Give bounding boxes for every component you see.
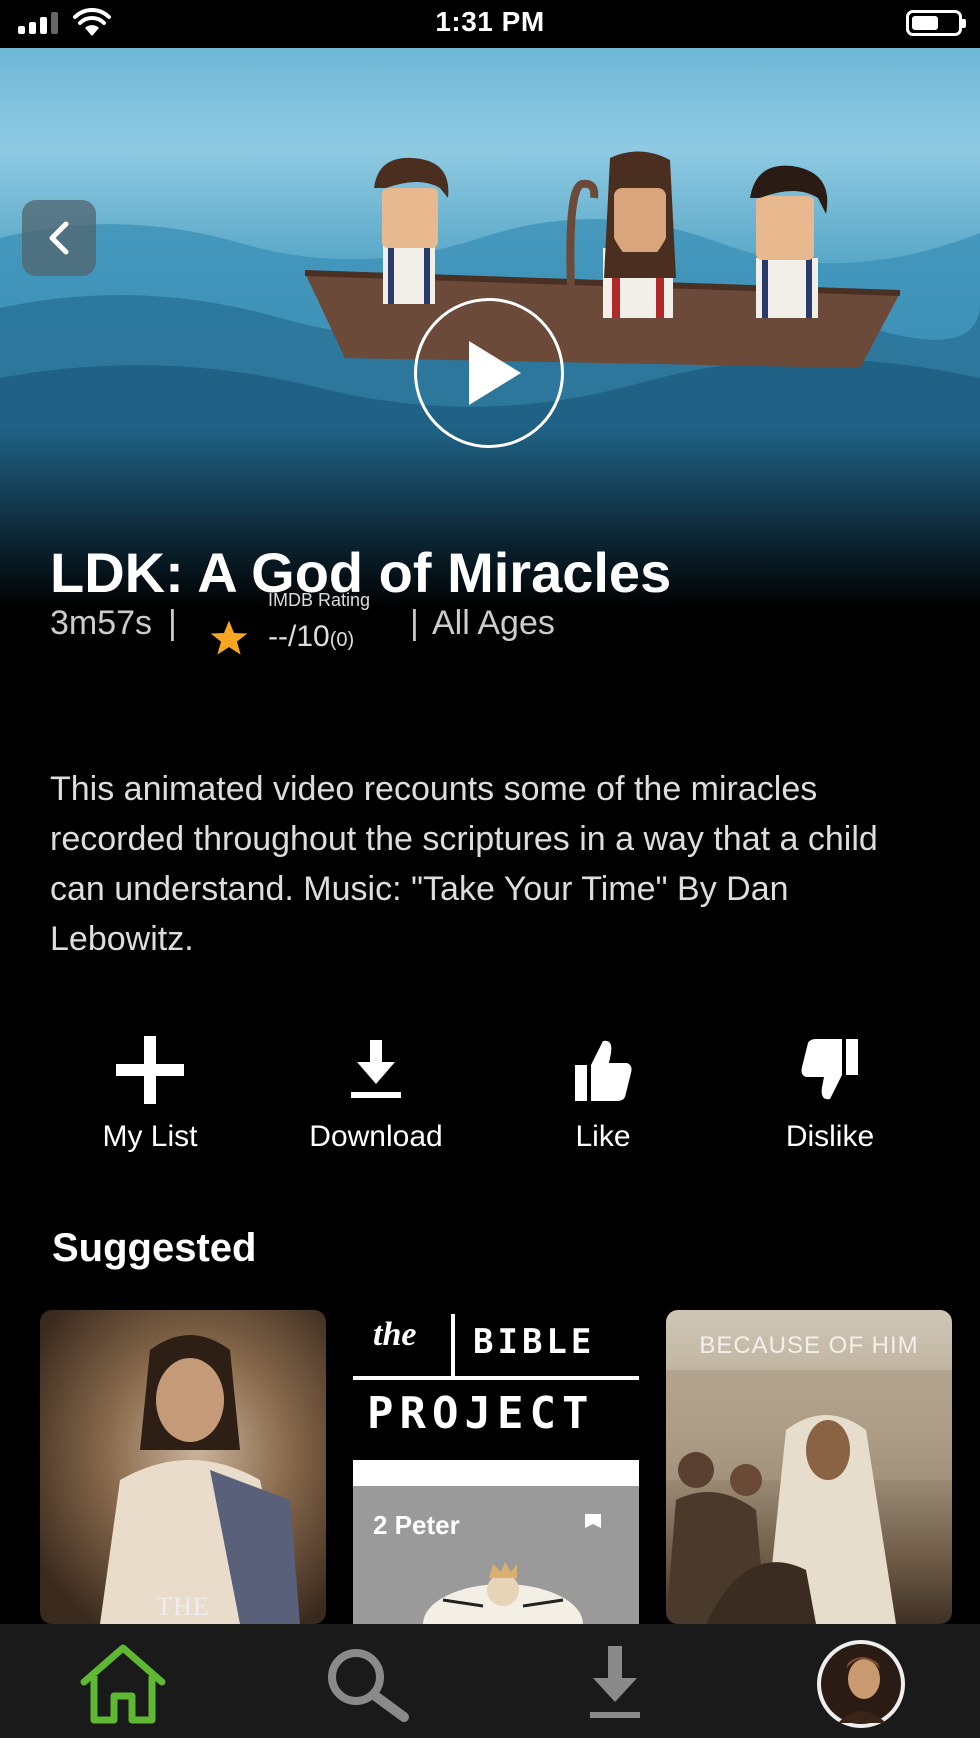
dislike-button[interactable]: Dislike [730, 1030, 930, 1154]
suggested-heading: Suggested [52, 1226, 257, 1270]
like-label: Like [575, 1120, 631, 1153]
download-icon [351, 1040, 401, 1098]
like-button[interactable]: Like [503, 1030, 703, 1154]
plus-icon [116, 1036, 184, 1104]
age-rating: All Ages [432, 604, 555, 642]
imdb-rating-value: --/10 [268, 620, 330, 653]
nav-search[interactable] [320, 1644, 416, 1724]
status-bar: 1:31 PM [0, 0, 980, 48]
card-header [353, 1460, 639, 1488]
play-icon [469, 341, 521, 405]
my-list-button[interactable]: My List [50, 1030, 250, 1154]
bookmark-icon [585, 1514, 601, 1528]
thumbs-down-icon [801, 1039, 858, 1100]
search-icon [328, 1649, 409, 1722]
download-icon [590, 1646, 640, 1718]
thumbnail-caption: 2 Peter [373, 1510, 460, 1540]
divider [353, 1376, 639, 1380]
divider [451, 1314, 455, 1376]
bottom-navigation [0, 1624, 980, 1738]
dislike-label: Dislike [785, 1120, 875, 1153]
imdb-rating: --/10(0) [268, 620, 354, 654]
illustration [423, 1562, 583, 1624]
suggested-item[interactable]: THE [40, 1310, 326, 1624]
chevron-left-icon [49, 221, 69, 255]
separator: | [168, 604, 177, 642]
thumbnail-caption: THE [156, 1592, 210, 1621]
hero-video[interactable]: LDK: A God of Miracles [0, 48, 980, 608]
video-meta: 3m57s | IMDB Rating --/10(0) | All Ages [50, 590, 930, 660]
action-bar: My List Download Like Dislike [0, 1030, 980, 1170]
imdb-rating-count: (0) [329, 629, 355, 651]
bible-project-the: the [373, 1316, 417, 1353]
thumbs-up-icon [575, 1040, 632, 1101]
download-label: Download [309, 1120, 443, 1153]
download-button[interactable]: Download [276, 1030, 476, 1154]
video-duration: 3m57s [50, 604, 153, 642]
profile-avatar [817, 1640, 905, 1728]
star-icon [210, 620, 248, 655]
suggested-item[interactable]: BECAUSE OF HIM [666, 1310, 952, 1624]
thumbnail-caption: BECAUSE OF HIM [699, 1332, 919, 1359]
suggested-item[interactable]: the BIBLE PROJECT 2 Peter [353, 1310, 639, 1624]
status-time: 1:31 PM [435, 6, 545, 37]
home-icon [80, 1644, 166, 1724]
separator: | [410, 604, 419, 642]
bible-project-project: PROJECT [367, 1388, 595, 1439]
nav-downloads[interactable] [585, 1644, 645, 1724]
my-list-label: My List [102, 1120, 198, 1153]
play-button[interactable] [414, 298, 564, 448]
battery-icon [906, 10, 966, 36]
back-button[interactable] [22, 200, 96, 276]
imdb-label: IMDB Rating [268, 590, 371, 610]
nav-profile[interactable] [816, 1640, 906, 1728]
bible-project-bible: BIBLE [473, 1322, 596, 1362]
suggested-carousel: THE the BIBLE PROJECT 2 Peter BECAUSE OF… [40, 1310, 960, 1624]
thumbnail-image [100, 1335, 300, 1624]
nav-home[interactable] [76, 1644, 170, 1724]
video-description: This animated video recounts some of the… [50, 770, 878, 958]
